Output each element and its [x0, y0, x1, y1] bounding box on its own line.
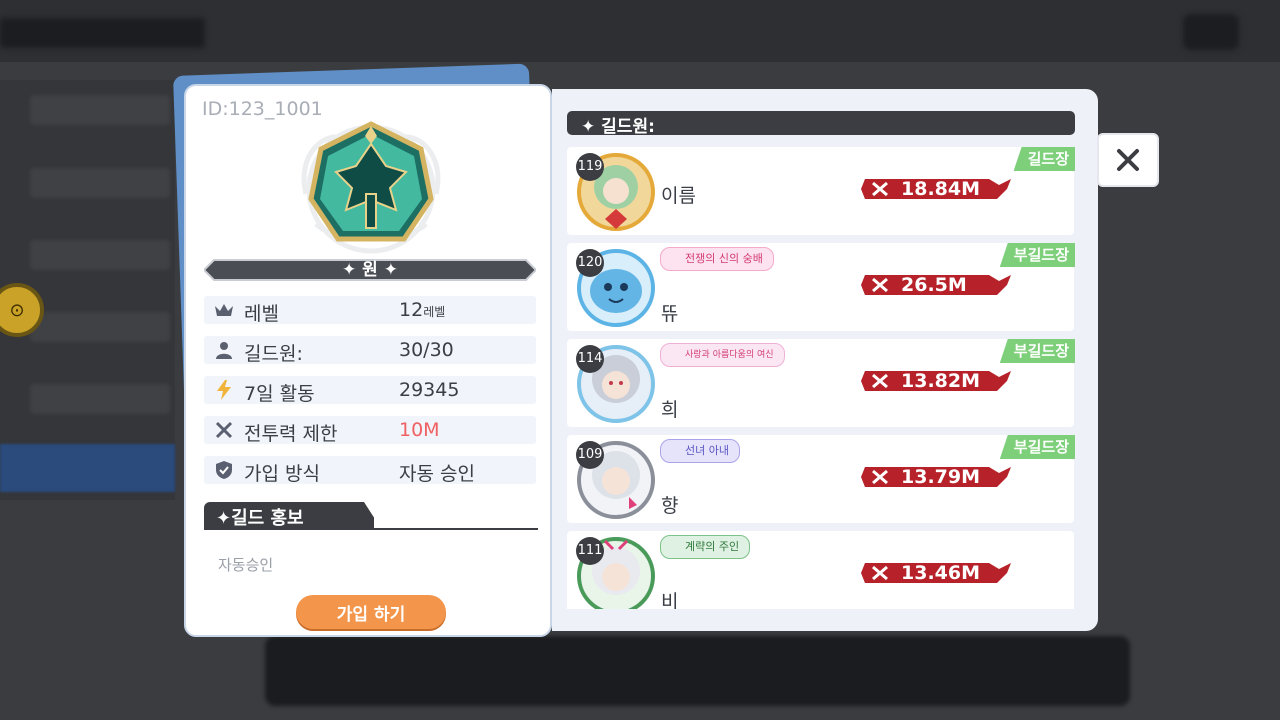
background-left-row — [30, 384, 170, 414]
member-title-tag: 사랑과 아름다움의 여신 — [660, 343, 785, 367]
member-name: 희 — [661, 399, 679, 421]
member-role-badge: 부길드장 — [999, 435, 1075, 459]
member-list-panel: ✦ 길드원: 119 이름 18.84M 길드장 120 전쟁의 신의 숭배 뜌… — [552, 89, 1098, 631]
info-label: 7일 활동 — [244, 383, 315, 405]
member-power-value: 13.79M — [901, 466, 981, 488]
member-power-value: 13.82M — [901, 370, 981, 392]
background-left-selected — [0, 444, 175, 492]
member-list[interactable]: 119 이름 18.84M 길드장 120 전쟁의 신의 숭배 뜌 26.5M … — [567, 147, 1075, 609]
member-title-tag: 전쟁의 신의 숭배 — [660, 247, 774, 271]
info-value: 10M — [399, 419, 440, 441]
level-number: 12 — [399, 299, 424, 321]
member-name: 향 — [661, 495, 679, 517]
join-guild-button[interactable]: 가입 하기 — [296, 595, 446, 629]
shield-check-icon — [214, 460, 234, 480]
background-left-row — [30, 168, 170, 198]
info-row-power-limit: 전투력 제한 10M — [204, 416, 536, 445]
background-left-row — [30, 312, 170, 342]
member-level-badge: 114 — [576, 345, 604, 373]
member-title-tag: 선녀 아내 — [660, 439, 740, 463]
info-row-members: 길드원: 30/30 — [204, 336, 536, 365]
member-title-tag: 계략의 주인 — [660, 535, 751, 559]
close-icon — [1117, 149, 1139, 171]
member-role-badge: 길드장 — [1013, 147, 1075, 171]
member-power-value: 13.46M — [901, 562, 981, 584]
member-name: 뜌 — [661, 303, 679, 325]
crown-icon — [214, 300, 234, 320]
member-power: 13.46M — [861, 561, 1011, 585]
promo-divider — [204, 528, 538, 530]
info-value: 29345 — [399, 379, 460, 401]
promo-title: ✦길드 홍보 — [216, 508, 304, 529]
member-row[interactable]: 120 전쟁의 신의 숭배 뜌 26.5M 부길드장 — [567, 243, 1075, 331]
info-value: 30/30 — [399, 339, 454, 361]
member-title-text: 계략의 주인 — [685, 540, 740, 553]
info-label: 가입 방식 — [244, 463, 320, 485]
background-left-row — [30, 240, 170, 270]
member-row[interactable]: 114 사랑과 아름다움의 여신 희 13.82M 부길드장 — [567, 339, 1075, 427]
member-title-text: 전쟁의 신의 숭배 — [685, 252, 763, 265]
member-title-text: 사랑과 아름다움의 여신 — [685, 350, 774, 360]
info-row-level: 레벨 12레벨 — [204, 296, 536, 325]
info-label: 레벨 — [244, 303, 279, 325]
info-row-activity: 7일 활동 29345 — [204, 376, 536, 405]
background-left-row — [30, 95, 170, 125]
member-power: 13.82M — [861, 369, 1011, 393]
member-power: 26.5M — [861, 273, 1011, 297]
guild-emblem-icon — [301, 121, 441, 254]
level-unit: 레벨 — [423, 305, 446, 319]
guild-name: ✦ 원 ✦ — [342, 260, 398, 280]
member-power: 18.84M — [861, 177, 1011, 201]
info-value: 12레벨 — [399, 299, 445, 321]
member-role-badge: 부길드장 — [999, 339, 1075, 363]
member-power-value: 18.84M — [901, 178, 981, 200]
info-value: 자동 승인 — [399, 463, 475, 485]
info-label: 전투력 제한 — [244, 423, 338, 445]
background-blur-button — [1183, 14, 1239, 50]
member-power: 13.79M — [861, 465, 1011, 489]
guild-promo-header: ✦길드 홍보 — [204, 502, 538, 530]
member-row[interactable]: 111 계략의 주인 비 13.46M — [567, 531, 1074, 609]
info-label: 길드원: — [244, 343, 303, 365]
info-row-join-method: 가입 방식 자동 승인 — [204, 456, 536, 485]
lightning-icon — [214, 380, 234, 400]
background-bottom-bar — [265, 636, 1130, 706]
background-blur-element — [0, 18, 205, 48]
member-row[interactable]: 109 선녀 아내 향 13.79M 부길드장 — [567, 435, 1075, 523]
guild-info-card: ID:123_1001 ✦ 원 ✦ 레벨 12레벨 길드원: 30/30 7일 … — [184, 84, 552, 637]
crossed-swords-icon — [214, 420, 234, 440]
person-icon — [214, 340, 234, 360]
member-row[interactable]: 119 이름 18.84M 길드장 — [567, 147, 1075, 235]
member-level-badge: 109 — [576, 441, 604, 469]
member-list-title: ✦ 길드원: — [581, 117, 655, 137]
member-level-badge: 120 — [576, 249, 604, 277]
guild-info-list: 레벨 12레벨 길드원: 30/30 7일 활동 29345 전투력 제한 10… — [204, 296, 536, 496]
member-name: 비 — [661, 591, 679, 609]
member-name: 이름 — [661, 185, 696, 207]
member-title-text: 선녀 아내 — [685, 444, 729, 457]
member-role-badge: 부길드장 — [999, 243, 1075, 267]
guild-name-container: ✦ 원 ✦ — [204, 256, 536, 284]
member-list-header: ✦ 길드원: — [567, 111, 1075, 137]
member-power-value: 26.5M — [901, 274, 967, 296]
member-level-badge: 119 — [576, 153, 604, 181]
promo-text: 자동승인 — [218, 556, 274, 574]
close-button[interactable] — [1097, 133, 1159, 187]
member-level-badge: 111 — [576, 537, 604, 565]
